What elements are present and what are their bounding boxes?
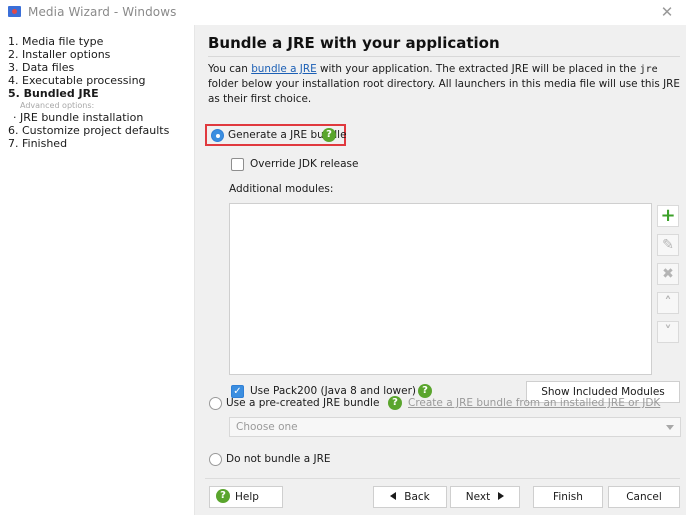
generate-jre-radio[interactable] [211, 129, 224, 142]
precreated-help-icon[interactable]: ? [388, 396, 402, 410]
additional-modules-list[interactable] [229, 203, 652, 375]
desc-middle: with your application. The extracted JRE… [316, 63, 640, 75]
move-up-button[interactable]: ˄ [657, 292, 679, 314]
help-button[interactable]: ? Help [209, 486, 283, 508]
title-bar: Media Wizard - Windows ✕ [0, 0, 686, 25]
step-data-files[interactable]: 3. Data files [8, 61, 194, 74]
advanced-options-label: Advanced options: [20, 101, 95, 110]
next-arrow-icon [498, 492, 505, 500]
precreated-jre-label[interactable]: Use a pre-created JRE bundle [226, 397, 379, 409]
footer-divider [205, 478, 680, 479]
page-title: Bundle a JRE with your application [208, 34, 500, 52]
wizard-steps-sidebar: 1. Media file type 2. Installer options … [0, 25, 194, 515]
help-label: Help [235, 491, 259, 503]
back-arrow-icon [390, 492, 397, 500]
window-title: Media Wizard - Windows [28, 5, 177, 19]
heading-divider [208, 56, 680, 57]
step-media-file-type[interactable]: 1. Media file type [8, 35, 194, 48]
override-jdk-label[interactable]: Override JDK release [250, 158, 358, 170]
combo-placeholder: Choose one [236, 421, 298, 433]
chevron-up-icon: ˄ [664, 295, 672, 311]
desc-prefix: You can [208, 63, 252, 75]
edit-module-button[interactable]: ✎ [657, 234, 679, 256]
next-button[interactable]: Next [450, 486, 520, 508]
finish-button[interactable]: Finish [533, 486, 603, 508]
add-module-button[interactable]: + [657, 205, 679, 227]
plus-icon: + [660, 205, 676, 226]
generate-jre-help-icon[interactable]: ? [322, 128, 336, 142]
step-customize-project-defaults[interactable]: 6. Customize project defaults [8, 124, 194, 137]
create-jre-bundle-link[interactable]: Create a JRE bundle from an installed JR… [408, 397, 660, 409]
media-wizard-icon [8, 6, 21, 17]
back-label: Back [404, 491, 430, 503]
dropdown-arrow-icon [666, 425, 674, 430]
step-installer-options[interactable]: 2. Installer options [8, 48, 194, 61]
step-finished[interactable]: 7. Finished [8, 137, 194, 150]
pack200-label[interactable]: Use Pack200 (Java 8 and lower) [250, 385, 416, 397]
next-label: Next [465, 491, 491, 503]
main-panel: Bundle a JRE with your application You c… [194, 25, 686, 515]
precreated-jre-radio[interactable] [209, 397, 222, 410]
override-jdk-checkbox[interactable] [231, 158, 244, 171]
chevron-down-icon: ˅ [664, 324, 672, 340]
description-text: You can bundle a JRE with your applicati… [208, 62, 683, 107]
no-jre-radio[interactable] [209, 453, 222, 466]
bundle-jre-link[interactable]: bundle a JRE [251, 63, 316, 75]
step-jre-bundle-installation[interactable]: · JRE bundle installation [8, 111, 194, 124]
help-icon: ? [216, 489, 230, 503]
step-executable-processing[interactable]: 4. Executable processing [8, 74, 194, 87]
pack200-help-icon[interactable]: ? [418, 384, 432, 398]
edit-icon: ✎ [662, 237, 674, 253]
step-bundled-jre[interactable]: 5. Bundled JRE [8, 87, 194, 100]
additional-modules-label: Additional modules: [229, 183, 334, 195]
remove-icon: ✖ [662, 266, 674, 282]
jre-bundle-select[interactable]: Choose one [229, 417, 681, 437]
close-icon[interactable]: ✕ [658, 3, 676, 21]
no-jre-label[interactable]: Do not bundle a JRE [226, 453, 331, 465]
desc-suffix: folder below your installation root dire… [208, 78, 680, 105]
remove-module-button[interactable]: ✖ [657, 263, 679, 285]
cancel-button[interactable]: Cancel [608, 486, 680, 508]
jre-folder-code: jre [639, 64, 658, 75]
back-button[interactable]: Back [373, 486, 447, 508]
move-down-button[interactable]: ˅ [657, 321, 679, 343]
